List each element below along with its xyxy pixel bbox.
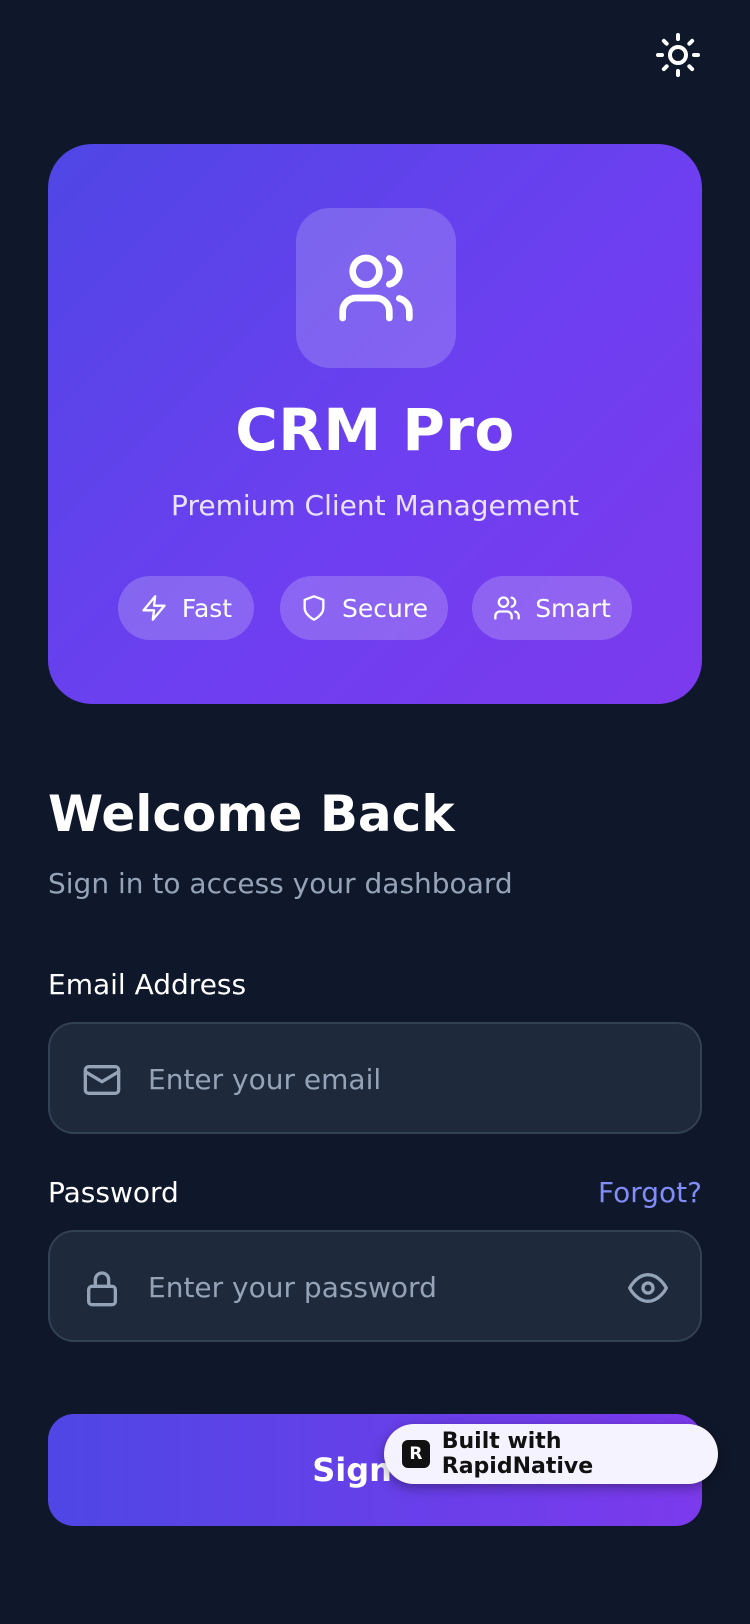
feature-pill-smart: Smart: [472, 576, 632, 640]
feature-pill-secure: Secure: [280, 576, 448, 640]
welcome-title: Welcome Back: [48, 785, 455, 843]
email-field[interactable]: Enter your email: [48, 1022, 702, 1134]
app-logo: [296, 208, 456, 368]
mail-icon: [83, 1065, 121, 1095]
email-label: Email Address: [48, 968, 247, 1001]
badge-label: Built with RapidNative: [441, 1429, 594, 1479]
feature-pills: Fast Secure Smart: [48, 576, 702, 640]
rapidnative-badge[interactable]: R Built with RapidNative: [384, 1424, 718, 1484]
zap-icon: [142, 595, 166, 621]
feature-pill-label: Secure: [342, 593, 428, 623]
password-placeholder: Enter your password: [148, 1271, 437, 1304]
app-subtitle: Premium Client Management: [171, 489, 579, 522]
feature-pill-label: Smart: [535, 593, 611, 623]
rapidnative-logo: R: [402, 1440, 430, 1468]
password-field[interactable]: Enter your password: [48, 1230, 702, 1342]
password-label: Password: [48, 1176, 179, 1209]
users-icon: [339, 254, 413, 322]
users-icon: [494, 596, 521, 620]
hero-card: CRM Pro Premium Client Management Fast S…: [48, 144, 702, 704]
sun-icon: [656, 33, 700, 77]
eye-icon[interactable]: [628, 1268, 668, 1308]
welcome-subtitle: Sign in to access your dashboard: [48, 867, 513, 900]
app-title: CRM Pro: [235, 396, 515, 464]
feature-pill-label: Fast: [181, 593, 233, 623]
lock-icon: [87, 1271, 117, 1307]
email-placeholder: Enter your email: [148, 1063, 382, 1096]
feature-pill-fast: Fast: [118, 576, 254, 640]
theme-toggle-button[interactable]: [653, 30, 703, 80]
shield-icon: [303, 595, 325, 621]
forgot-password-link[interactable]: Forgot?: [598, 1175, 702, 1211]
